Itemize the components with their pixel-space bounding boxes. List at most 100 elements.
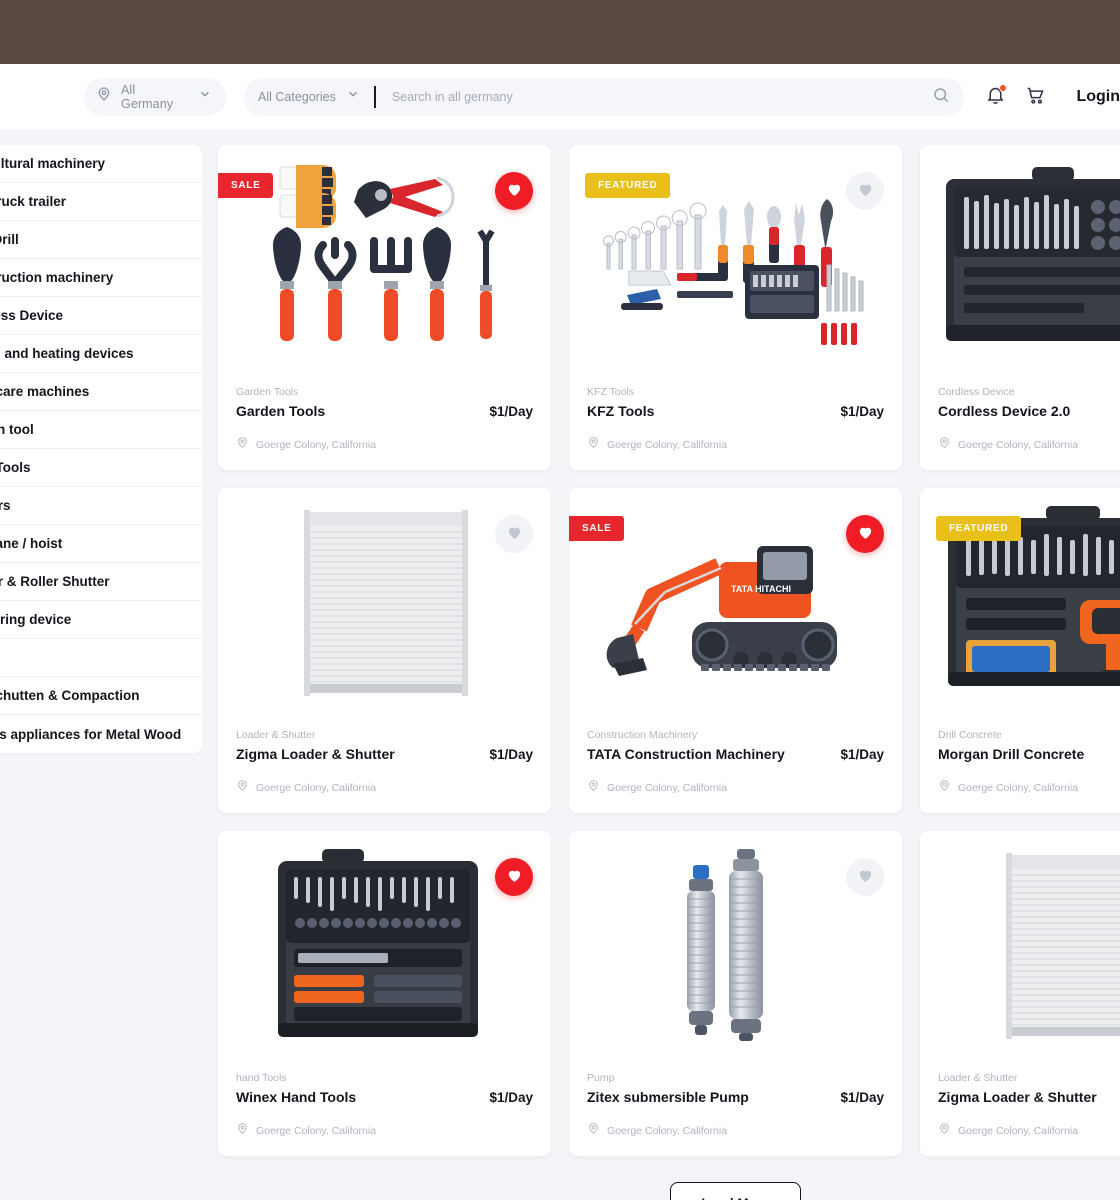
product-location-text: Goerge Colony, California (607, 1125, 728, 1137)
product-card[interactable]: Loader & Shutter Zigma Loader & Shutter … (218, 488, 551, 813)
sidebar-category-item[interactable]: Garden tool (0, 411, 202, 449)
product-card[interactable]: hand Tools Winex Hand Tools $1/Day Goerg… (218, 831, 551, 1156)
sidebar-category-label: Various appliances for Metal Wood (0, 726, 182, 742)
sidebar-category-label: Soil Schutten & Compaction (0, 688, 140, 703)
product-category: Loader & Shutter (938, 1072, 1018, 1084)
product-price: $1/Day (489, 747, 533, 762)
product-image (218, 488, 551, 717)
sidebar-category-label: Agricultural machinery (0, 156, 106, 171)
favorite-button[interactable] (495, 858, 533, 896)
product-card[interactable]: Pump Zitex submersible Pump $1/Day Goerg… (569, 831, 902, 1156)
sidebar-category-item[interactable]: Agricultural machinery (0, 145, 202, 183)
product-details: Loader & Shutter Zigma Loader & Shutter … (218, 717, 551, 813)
product-details: Garden Tools Garden Tools $1/Day Goerge … (218, 374, 551, 470)
product-details: hand Tools Winex Hand Tools $1/Day Goerg… (218, 1060, 551, 1156)
heart-icon (857, 524, 874, 544)
product-title-row: Winex Hand Tools $1/Day (236, 1089, 533, 1105)
product-title-row: Zitex submersible Pump $1/Day (587, 1089, 884, 1105)
product-grid-clip: SALE Garden Tools Garden Tools $1/Day Go… (202, 145, 1120, 1200)
cart-icon (1025, 85, 1046, 109)
product-title: KFZ Tools (587, 403, 655, 419)
product-location: Goerge Colony, California (236, 436, 533, 454)
sidebar-category-item[interactable]: Cordless Device (0, 297, 202, 335)
product-card[interactable]: Loader & Shutter Zigma Loader & Shutter … (920, 831, 1120, 1156)
sidebar-category-label: Ladders (0, 498, 11, 513)
product-title: Zigma Loader & Shutter (938, 1089, 1097, 1105)
product-image: TATA HITACHI SALE (569, 488, 902, 717)
category-selector-label: All Categories (258, 89, 336, 104)
sidebar-category-item[interactable]: Loader & Roller Shutter (0, 563, 202, 601)
top-brand-bar (0, 0, 1120, 64)
product-details: KFZ Tools KFZ Tools $1/Day Goerge Colony… (569, 374, 902, 470)
sidebar-category-label: Cordless Device (0, 308, 64, 323)
product-title-row: TATA Construction Machinery $1/Day (587, 746, 884, 762)
favorite-button[interactable] (846, 515, 884, 553)
search-divider (373, 85, 376, 108)
product-image (218, 831, 551, 1060)
sidebar-category-item[interactable]: Floor care machines (0, 373, 202, 411)
sidebar-clip: Agricultural machinery Car / truck traile… (0, 145, 202, 1200)
search-input[interactable] (391, 89, 965, 104)
product-card[interactable]: Cordless Device Cordless Device 2.0 $1/D… (920, 145, 1120, 470)
product-title: Winex Hand Tools (236, 1089, 357, 1105)
sidebar-category-item[interactable]: Ladders (0, 487, 202, 525)
heart-icon (506, 867, 523, 887)
location-pin-icon (938, 779, 951, 797)
product-location: Goerge Colony, California (236, 779, 533, 797)
login-link[interactable]: Login (1076, 88, 1120, 106)
sidebar-category-label: Hand Tools (0, 460, 31, 475)
product-location: Goerge Colony, California (587, 1122, 884, 1140)
sidebar-category-item[interactable]: Pump (0, 639, 202, 677)
sidebar-category-item[interactable]: Various appliances for Metal Wood (0, 715, 202, 753)
product-card[interactable]: FEATURED KFZ Tools KFZ Tools $1/Day Goer… (569, 145, 902, 470)
product-badge: SALE (218, 173, 274, 198)
product-title: TATA Construction Machinery (587, 746, 785, 762)
product-category: Garden Tools (236, 386, 299, 398)
product-image: FEATURED (569, 145, 902, 374)
product-card[interactable]: SALE Garden Tools Garden Tools $1/Day Go… (218, 145, 551, 470)
product-location: Goerge Colony, California (938, 436, 1120, 454)
favorite-button[interactable] (846, 172, 884, 210)
category-selector[interactable]: All Categories (258, 87, 360, 106)
sidebar-category-item[interactable]: Soil Schutten & Compaction (0, 677, 202, 715)
product-category: Construction Machinery (587, 729, 698, 741)
product-title-row: Morgan Drill Concrete $1/Day (938, 746, 1120, 762)
sidebar-category-label: Floor care machines (0, 384, 90, 399)
product-title-row: Zigma Loader & Shutter $1/Day (938, 1089, 1120, 1105)
location-pin-icon (236, 779, 249, 797)
sidebar-category-item[interactable]: Core Drill (0, 221, 202, 259)
favorite-button[interactable] (495, 172, 533, 210)
product-location-text: Goerge Colony, California (958, 439, 1079, 451)
sidebar-category-item[interactable]: Car / truck trailer (0, 183, 202, 221)
sidebar-category-item[interactable]: Lift crane / hoist (0, 525, 202, 563)
product-image (920, 145, 1120, 374)
product-title: Zitex submersible Pump (587, 1089, 749, 1105)
notifications-button[interactable] (982, 83, 1008, 110)
sidebar-category-item[interactable]: Drying and heating devices (0, 335, 202, 373)
product-title: Garden Tools (236, 403, 326, 419)
product-location: Goerge Colony, California (587, 436, 884, 454)
sidebar-category-item[interactable]: Measuring device (0, 601, 202, 639)
product-image (920, 831, 1120, 1060)
sidebar-category-item[interactable]: Construction machinery (0, 259, 202, 297)
product-card[interactable]: FEATURED Drill Concrete Morgan Drill Con… (920, 488, 1120, 813)
heart-icon (857, 181, 874, 201)
cart-button[interactable] (1022, 84, 1048, 110)
search-button[interactable] (926, 82, 956, 112)
product-title-row: Garden Tools $1/Day (236, 403, 533, 419)
sidebar-category-label: Loader & Roller Shutter (0, 574, 110, 589)
product-card[interactable]: TATA HITACHI SALE Construction Machinery… (569, 488, 902, 813)
sidebar-category-label: Core Drill (0, 232, 19, 247)
product-details: Cordless Device Cordless Device 2.0 $1/D… (920, 374, 1120, 470)
sidebar-category-item[interactable]: Hand Tools (0, 449, 202, 487)
favorite-button[interactable] (495, 515, 533, 553)
product-location: Goerge Colony, California (938, 779, 1120, 797)
location-selector[interactable]: All Germany (84, 77, 226, 116)
product-title: Cordless Device 2.0 (938, 403, 1071, 419)
favorite-button[interactable] (846, 858, 884, 896)
chevron-down-icon (198, 87, 212, 106)
product-location: Goerge Colony, California (938, 1122, 1120, 1140)
product-location: Goerge Colony, California (236, 1122, 533, 1140)
load-more-button[interactable]: Load More (670, 1182, 801, 1200)
product-category: Cordless Device (938, 386, 1015, 398)
